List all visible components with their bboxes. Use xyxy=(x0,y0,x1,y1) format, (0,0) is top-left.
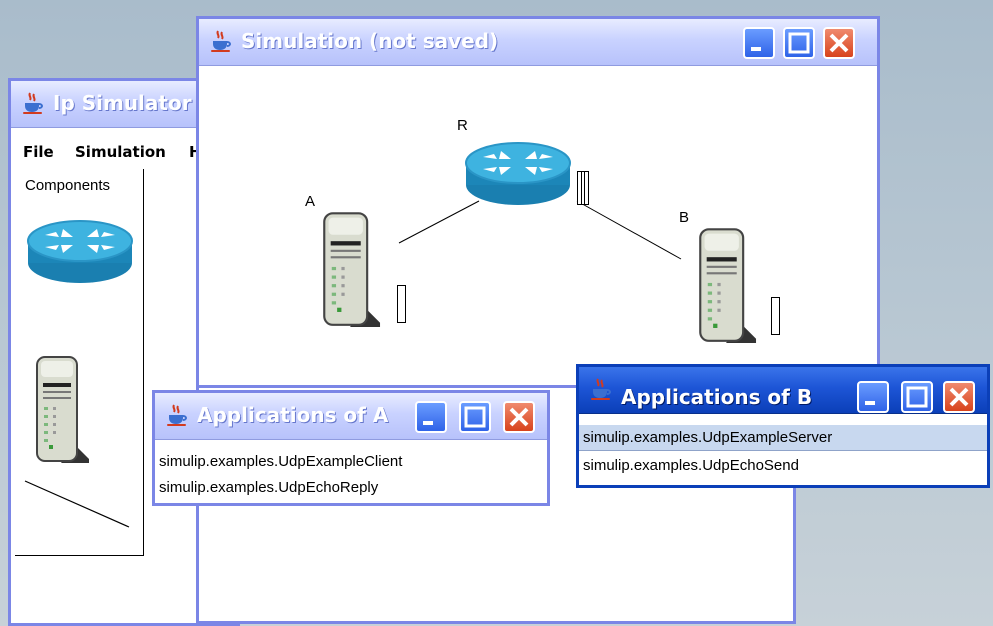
close-button[interactable] xyxy=(943,381,975,413)
close-button[interactable] xyxy=(503,401,535,433)
java-cup-icon xyxy=(165,403,189,427)
minimize-button[interactable] xyxy=(743,27,775,59)
applications-a-titlebar[interactable]: Applications of A xyxy=(155,393,547,440)
minimize-button[interactable] xyxy=(415,401,447,433)
maximize-button[interactable] xyxy=(901,381,933,413)
components-label: Components xyxy=(25,177,111,194)
link-tool-icon[interactable] xyxy=(23,479,133,529)
java-cup-icon xyxy=(209,29,233,53)
components-panel: Components xyxy=(15,169,144,556)
host-b-queue xyxy=(771,297,780,335)
router-node[interactable] xyxy=(463,139,573,209)
close-icon xyxy=(829,33,849,53)
applications-a-window[interactable]: Applications of A simulip.examples.UdpEx… xyxy=(152,390,550,506)
network-canvas[interactable] xyxy=(199,65,877,385)
server-icon[interactable] xyxy=(31,353,91,463)
maximize-button[interactable] xyxy=(459,401,491,433)
host-a-queue xyxy=(397,285,406,323)
applications-b-window[interactable]: Applications of B simulip.examples.UdpEx… xyxy=(576,364,990,488)
list-item[interactable]: simulip.examples.UdpEchoReply xyxy=(155,475,547,501)
node-label-a: A xyxy=(305,193,316,210)
ip-simulator-title: Ip Simulator xyxy=(53,91,192,115)
host-b-node[interactable] xyxy=(693,225,759,343)
applications-b-list: simulip.examples.UdpExampleServer simuli… xyxy=(579,425,987,485)
simulation-window-right: Simulation (not saved) R A B xyxy=(196,16,880,388)
router-icon[interactable] xyxy=(25,217,135,287)
applications-b-title: Applications of B xyxy=(621,385,813,409)
simulation-title-full: Simulation (not saved) xyxy=(241,29,499,53)
java-cup-icon xyxy=(589,377,613,401)
close-icon xyxy=(509,407,529,427)
link-r-b xyxy=(576,200,682,260)
minimize-button[interactable] xyxy=(857,381,889,413)
maximize-icon xyxy=(788,32,810,54)
node-label-b: B xyxy=(679,209,690,226)
node-label-r: R xyxy=(457,117,468,134)
maximize-button[interactable] xyxy=(783,27,815,59)
applications-a-title: Applications of A xyxy=(197,403,389,427)
menu-file[interactable]: File xyxy=(23,143,54,161)
router-queue xyxy=(577,171,589,205)
maximize-icon xyxy=(464,406,486,428)
list-item[interactable]: simulip.examples.UdpExampleClient xyxy=(155,449,547,475)
menu-simulation[interactable]: Simulation xyxy=(75,143,166,161)
minimize-icon xyxy=(865,401,875,405)
host-a-node[interactable] xyxy=(317,209,383,327)
list-item-selected[interactable]: simulip.examples.UdpExampleServer xyxy=(579,425,987,451)
list-item[interactable]: simulip.examples.UdpEchoSend xyxy=(579,453,987,479)
simulation-titlebar-full[interactable]: Simulation (not saved) xyxy=(199,19,877,66)
maximize-icon xyxy=(906,386,928,408)
java-cup-icon xyxy=(21,91,45,115)
close-button[interactable] xyxy=(823,27,855,59)
close-icon xyxy=(949,387,969,407)
applications-b-titlebar[interactable]: Applications of B xyxy=(579,367,987,414)
applications-a-list: simulip.examples.UdpExampleClient simuli… xyxy=(155,449,547,503)
minimize-icon xyxy=(751,47,761,51)
minimize-icon xyxy=(423,421,433,425)
